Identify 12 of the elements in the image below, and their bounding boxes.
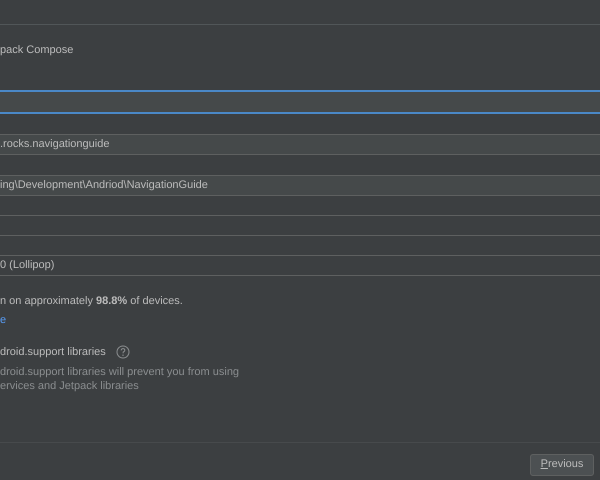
template-description: pack Compose [0,42,74,58]
dropdown-field[interactable]: 0 (Lollipop) [0,256,600,276]
warning-text: ervices and Jetpack libraries [0,378,140,392]
help-link[interactable]: e [0,314,6,326]
text-field[interactable]: .rocks.navigationguide [0,134,600,155]
warning-text: droid.support libraries will prevent you from using [0,364,240,378]
previous-button[interactable]: Previous [530,454,594,476]
text-field[interactable] [0,90,600,114]
sdk-info-text: n on approximately 98.8% of devices. [0,295,183,307]
checkbox-label[interactable]: droid.support libraries [0,344,106,360]
text-field[interactable]: ing\Development\Andriod\NavigationGuide [0,175,600,196]
help-icon[interactable] [116,345,130,360]
